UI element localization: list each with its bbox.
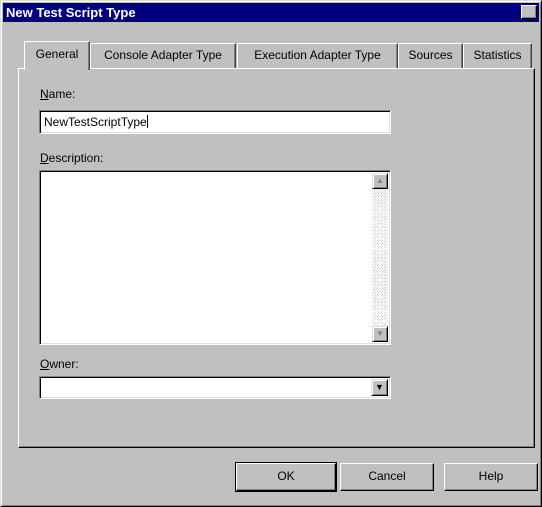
tab-label: Sources (408, 48, 453, 62)
close-button[interactable] (521, 5, 537, 19)
tab-label: Execution Adapter Type (254, 48, 381, 62)
scroll-down-button[interactable]: ▼ (372, 326, 388, 342)
owner-label: Owner: (40, 357, 79, 371)
cancel-button-label: Cancel (368, 469, 406, 483)
owner-label-text: wner: (49, 357, 79, 371)
name-label-accelerator: N (40, 87, 49, 101)
ok-button[interactable]: OK (235, 462, 337, 492)
description-label-text: escription: (48, 151, 104, 165)
ok-button-label: OK (277, 469, 295, 483)
name-input[interactable]: NewTestScriptType (39, 110, 391, 134)
tab-general[interactable]: General (24, 41, 90, 70)
name-label-text: ame: (48, 87, 76, 101)
tab-label: Statistics (473, 48, 522, 62)
text-caret (146, 115, 148, 128)
arrow-up-icon: ▲ (376, 176, 384, 185)
tab-statistics[interactable]: Statistics (463, 43, 532, 68)
name-label: Name: (40, 87, 75, 101)
tab-console-adapter-type[interactable]: Console Adapter Type (90, 43, 236, 68)
owner-label-accelerator: O (40, 357, 50, 371)
arrow-down-icon: ▼ (376, 329, 384, 338)
chevron-down-icon: ▼ (375, 382, 384, 392)
tab-execution-adapter-type[interactable]: Execution Adapter Type (237, 43, 398, 68)
scroll-up-button[interactable]: ▲ (372, 173, 388, 189)
tab-label: General (35, 47, 79, 61)
cancel-button[interactable]: Cancel (340, 463, 434, 491)
tab-label: Console Adapter Type (104, 48, 222, 62)
help-button-label: Help (478, 469, 504, 483)
title-bar[interactable]: New Test Script Type (3, 3, 539, 22)
dropdown-arrow-button[interactable]: ▼ (371, 379, 388, 396)
tab-sources[interactable]: Sources (398, 43, 463, 68)
description-label-accelerator: D (40, 151, 49, 165)
window-title: New Test Script Type (6, 5, 136, 20)
description-scrollbar[interactable]: ▲ ▼ (372, 173, 388, 342)
owner-dropdown[interactable]: ▼ (39, 376, 391, 399)
description-label: Description: (40, 151, 103, 165)
name-input-value: NewTestScriptType (44, 115, 147, 129)
help-button[interactable]: Help (444, 463, 538, 491)
description-textarea[interactable]: ▲ ▼ (39, 170, 391, 345)
